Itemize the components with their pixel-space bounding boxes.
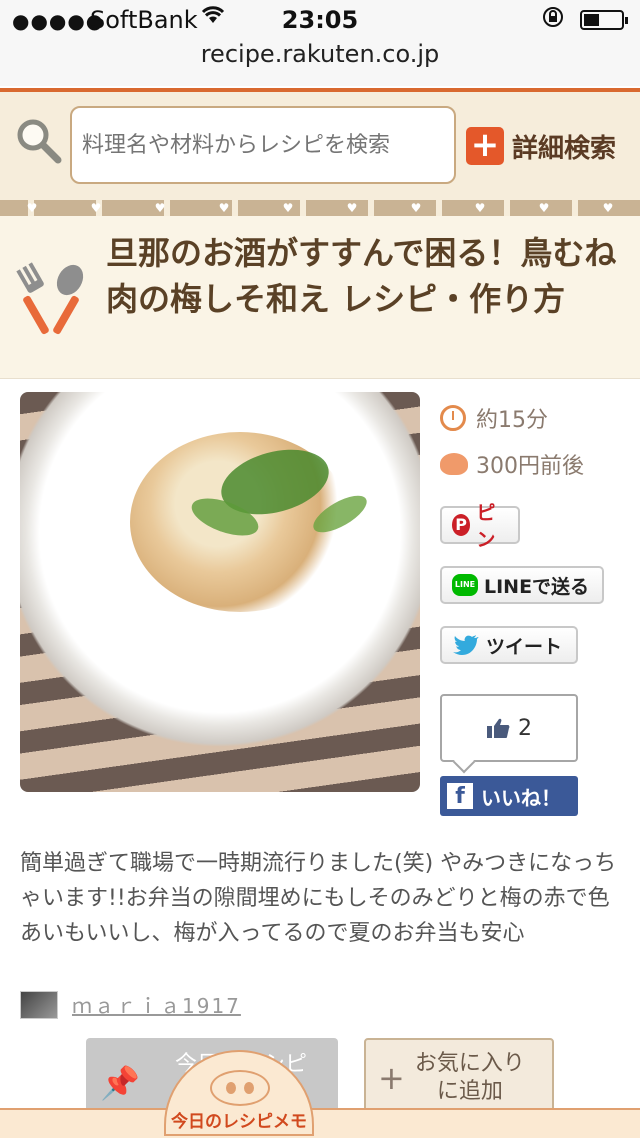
search-area: + 詳細検索: [0, 92, 640, 200]
twitter-bird-icon: [452, 634, 480, 656]
search-input[interactable]: [70, 106, 456, 184]
cooking-time: 約15分: [440, 402, 548, 434]
thumbs-up-icon: [486, 717, 510, 739]
pinterest-pin-button[interactable]: P ピン: [440, 502, 520, 551]
page-title: 旦那のお酒がすすんで困る！鳥むね肉の梅しそ和え レシピ・作り方: [106, 234, 617, 318]
recipe-photo[interactable]: [20, 392, 420, 792]
favorite-label-line2: に追加: [436, 1079, 503, 1104]
cooking-time-value: 約15分: [476, 408, 548, 433]
decorative-hearts: ♥ ♥ ♥ ♥ ♥ ♥ ♥ ♥ ♥ ♥: [26, 201, 614, 215]
plus-icon: +: [378, 1059, 405, 1097]
search-icon[interactable]: [14, 116, 62, 164]
recipe-description: 簡単過ぎて職場で一時期流行りました(笑) やみつきになっちゃいます!!お弁当の隙…: [20, 851, 617, 946]
status-bar: ●●●●● SoftBank 23:05: [0, 0, 640, 40]
tweet-label: ツイート: [486, 635, 563, 658]
avatar[interactable]: [20, 990, 58, 1019]
like-count-bubble: 2: [440, 694, 578, 762]
line-label: LINEで送る: [484, 575, 590, 598]
timer-icon: [440, 405, 466, 431]
tweet-button[interactable]: ツイート: [440, 626, 578, 664]
like-count: 2: [518, 715, 532, 741]
cost-value: 300円前後: [476, 454, 584, 479]
title-area: 旦那のお酒がすすんで困る！鳥むね肉の梅しそ和え レシピ・作り方: [0, 216, 640, 379]
battery-icon: [580, 10, 628, 30]
url-bar[interactable]: recipe.rakuten.co.jp: [0, 40, 640, 86]
facebook-like-label: いいね！: [481, 785, 561, 810]
memo-tab-label[interactable]: 今日のレシピメモ: [164, 1108, 314, 1136]
line-icon: LINE: [452, 574, 478, 596]
pin-label: ピン: [476, 502, 496, 551]
add-favorite-button[interactable]: + お気に入り に追加: [364, 1038, 554, 1118]
memo-bar[interactable]: [0, 1108, 640, 1138]
facebook-like-button[interactable]: f いいね！: [440, 776, 578, 816]
plus-icon: +: [466, 127, 504, 165]
pinterest-icon: P: [452, 514, 471, 536]
cost: 300円前後: [440, 448, 584, 480]
pushpin-icon: 📌: [100, 1064, 140, 1102]
pig-icon: [210, 1070, 270, 1106]
author-name-link[interactable]: ｍａｒｉａ1917: [72, 990, 241, 1019]
favorite-label-line1: お気に入り: [414, 1051, 525, 1076]
url-text: recipe.rakuten.co.jp: [200, 40, 440, 68]
advanced-search-label: 詳細検索: [512, 133, 617, 164]
advanced-search-button[interactable]: + 詳細検索: [466, 126, 616, 166]
line-share-button[interactable]: LINE LINEで送る: [440, 566, 604, 604]
rotation-lock-icon: [542, 6, 564, 34]
fork-spoon-icon: [14, 260, 94, 340]
favorite-label: お気に入り に追加: [415, 1050, 525, 1106]
facebook-icon: f: [447, 783, 473, 809]
wallet-icon: [440, 453, 468, 475]
author[interactable]: ｍａｒｉａ1917: [20, 990, 241, 1019]
